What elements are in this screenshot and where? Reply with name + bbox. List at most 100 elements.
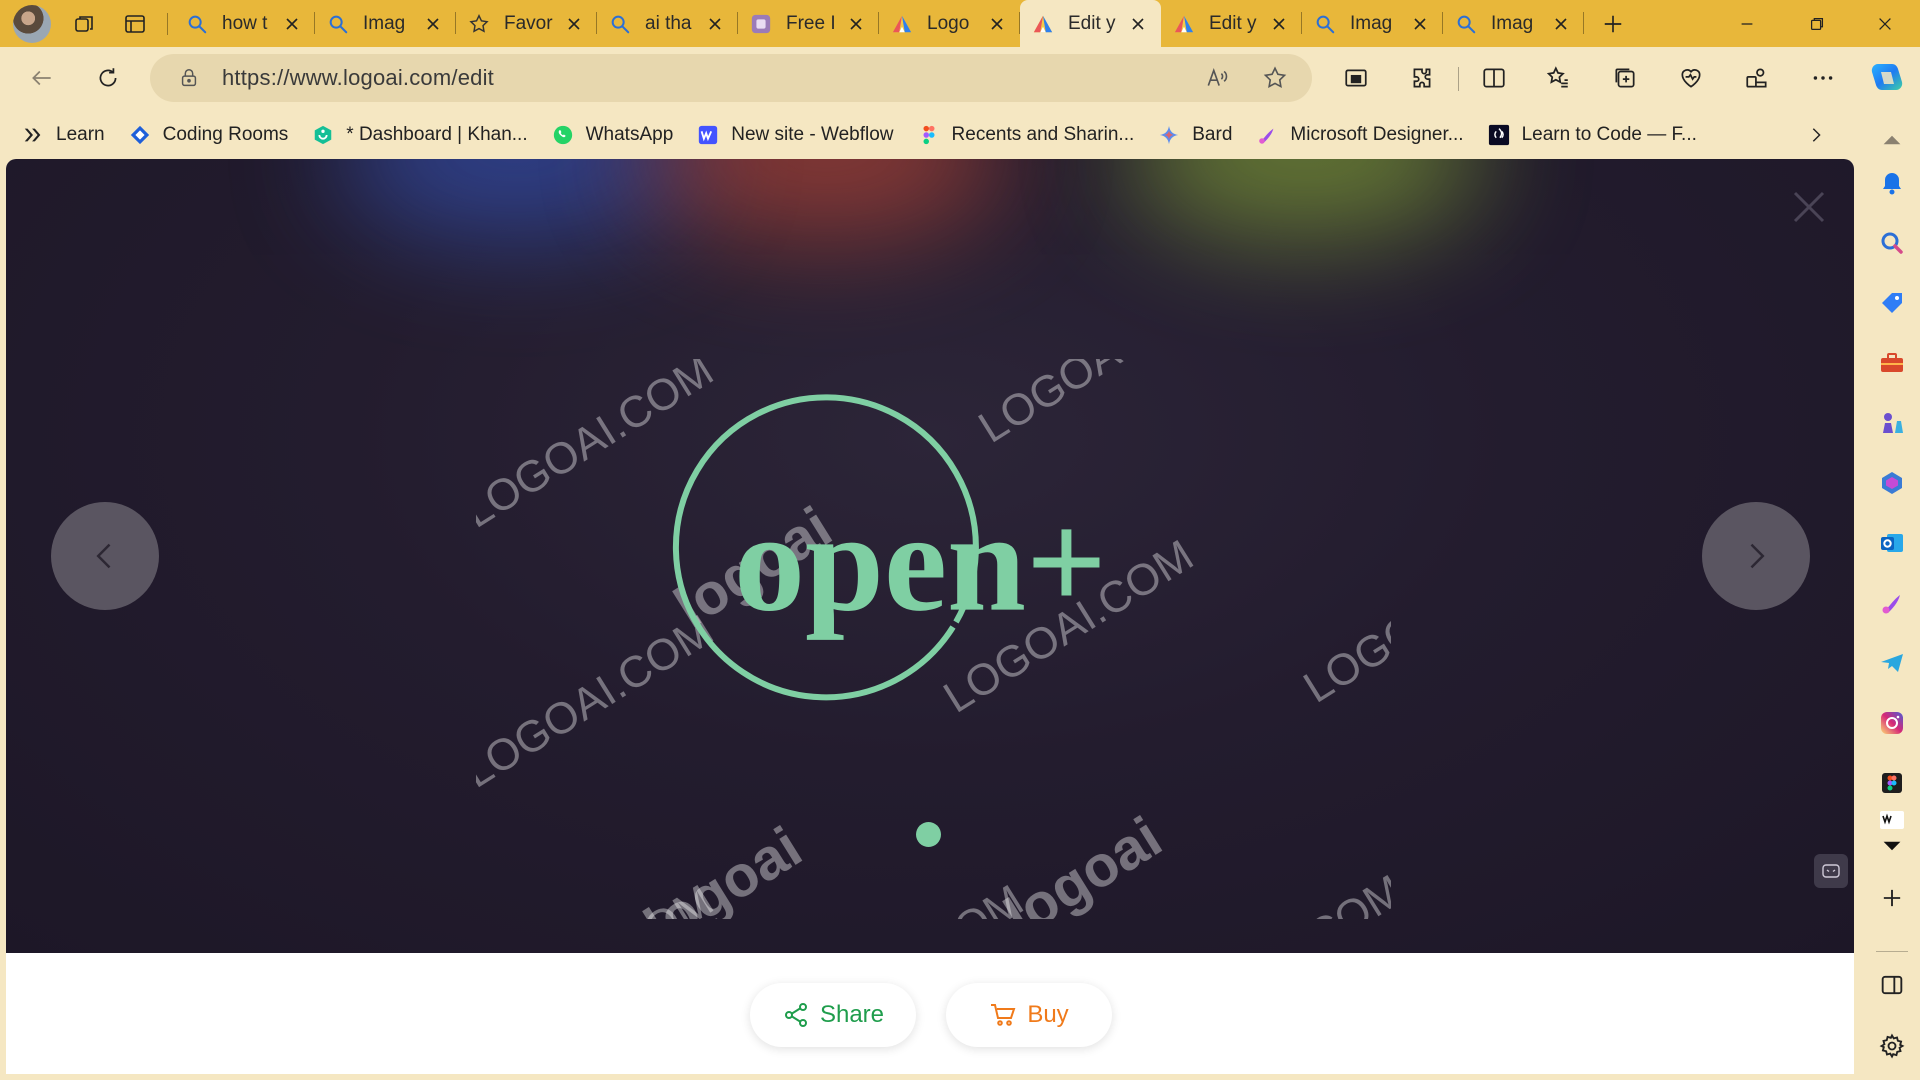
next-logo-button[interactable] [1702,502,1810,610]
sidebar-games[interactable] [1872,403,1912,443]
performance-button[interactable] [1735,56,1779,100]
tab-title: Favor [504,12,553,34]
close-tab-icon[interactable] [422,13,444,35]
learn-icon [22,124,44,146]
address-bar[interactable]: https://www.logoai.com/edit [150,54,1312,102]
minimize-button[interactable] [1712,0,1782,47]
browser-tab[interactable]: Free I [738,0,879,47]
watermark-domain: LOGOAI.COM [765,876,1031,953]
close-tab-icon[interactable] [845,13,867,35]
minimize-icon [1741,22,1753,25]
browser-tab[interactable]: Imag [315,0,456,47]
back-button[interactable] [20,56,64,100]
watermark-domain: LOGOAI.COM [1145,866,1411,953]
bookmark-item[interactable]: * Dashboard | Khan... [300,115,539,155]
profile-avatar[interactable] [13,4,51,43]
star-icon [1263,66,1287,89]
sidebar-telegram[interactable] [1872,643,1912,683]
page-viewport: LOGOAI.COM LOGOAI.COM logoai LOGOAI.COM LOGO… [6,159,1854,1074]
hide-sidebar-button[interactable] [1872,965,1912,1005]
close-window-button[interactable] [1850,0,1920,47]
close-tab-icon[interactable] [704,13,726,35]
sidebar-notifications[interactable] [1872,163,1912,203]
bookmark-item[interactable]: Bard [1146,115,1244,155]
search-icon [186,13,208,35]
lock-icon[interactable] [176,65,202,91]
copilot-icon [1871,64,1903,90]
restore-button[interactable] [1782,0,1852,47]
split-screen-button[interactable] [1472,56,1516,100]
logo-preview-stage: LOGOAI.COM LOGOAI.COM logoai LOGOAI.COM LOGO… [6,159,1854,953]
slide-indicator-dot[interactable] [916,822,941,847]
watermark-brand: logoai [633,814,812,953]
bookmark-item[interactable]: WhatsApp [540,115,686,155]
browser-tab-active[interactable]: Edit y [1020,0,1161,47]
bookmark-item[interactable]: Coding Rooms [117,115,301,155]
browser-tab[interactable]: ai tha [597,0,738,47]
previous-logo-button[interactable] [51,502,159,610]
collections-button[interactable] [1603,56,1647,100]
bookmark-item[interactable]: Learn [10,115,117,155]
share-button[interactable]: Share [750,983,916,1047]
toolbox-icon [1881,353,1903,372]
bookmark-item[interactable]: Recents and Sharin... [906,115,1147,155]
sidebar-more-apps-button[interactable] [1872,826,1912,866]
bookmarks-overflow-button[interactable] [1800,109,1832,161]
read-aloud-button[interactable] [1202,63,1232,93]
browser-tab[interactable]: how t [174,0,315,47]
refresh-button[interactable] [86,56,130,100]
bard-icon [1158,124,1180,146]
picture-in-picture-button[interactable] [1334,56,1378,100]
new-tab-button[interactable] [1590,1,1636,47]
bookmarks-bar: Learn Coding Rooms * Dashboard | Khan... Wh… [0,109,1920,161]
browser-tab[interactable]: Logo [879,0,1020,47]
extensions-button[interactable] [1400,56,1444,100]
close-tab-icon[interactable] [1127,13,1149,35]
sidebar-microsoft365[interactable] [1872,463,1912,503]
sidebar-instagram[interactable] [1872,703,1912,743]
browser-tab[interactable]: Imag [1302,0,1443,47]
close-tab-icon[interactable] [281,13,303,35]
sidebar-designer[interactable] [1872,583,1912,623]
browser-tab[interactable]: Favor [456,0,597,47]
close-icon [1793,191,1825,223]
url-text[interactable]: https://www.logoai.com/edit [222,65,494,91]
sidebar-settings-button[interactable] [1872,1026,1912,1066]
bookmark-item[interactable]: Microsoft Designer... [1244,115,1475,155]
sidebar-search[interactable] [1872,223,1912,263]
settings-more-button[interactable] [1801,56,1845,100]
close-tab-icon[interactable] [986,13,1008,35]
bookmark-item[interactable]: Learn to Code — F... [1476,115,1709,155]
browser-tab[interactable]: Imag [1443,0,1584,47]
close-tab-icon[interactable] [563,13,585,35]
sidebar-add-button[interactable] [1872,878,1912,918]
close-icon [1879,17,1891,30]
buy-button[interactable]: Buy [946,983,1112,1047]
bookmark-label: WhatsApp [585,124,674,145]
favorites-button[interactable] [1536,56,1580,100]
gear-icon [1879,1033,1905,1059]
copilot-button[interactable] [1866,58,1906,98]
workspaces-button[interactable] [65,4,105,44]
sidebar-figma[interactable] [1872,763,1912,803]
sidebar-tools[interactable] [1872,343,1912,383]
extension-widget[interactable] [1814,854,1848,888]
sidebar-outlook[interactable] [1872,523,1912,563]
sidebar-shopping[interactable] [1872,283,1912,323]
share-label: Share [819,1001,885,1028]
close-tab-icon[interactable] [1409,13,1431,35]
close-tab-icon[interactable] [1550,13,1572,35]
logoai-icon [891,13,913,35]
tab-title: Edit y [1068,12,1116,34]
bookmark-item[interactable]: New site - Webflow [685,115,905,155]
close-preview-button[interactable] [1786,184,1832,230]
tab-title: Logo [927,12,970,34]
vertical-tabs-button[interactable] [115,4,155,44]
sidebar-scroll-up-button[interactable] [1872,120,1912,160]
favorites-icon [1546,66,1568,88]
heart-pulse-icon [1681,69,1701,88]
browser-tab[interactable]: Edit y [1161,0,1302,47]
close-tab-icon[interactable] [1268,13,1290,35]
browser-essentials-button[interactable] [1669,56,1713,100]
favorite-button[interactable] [1260,63,1290,93]
